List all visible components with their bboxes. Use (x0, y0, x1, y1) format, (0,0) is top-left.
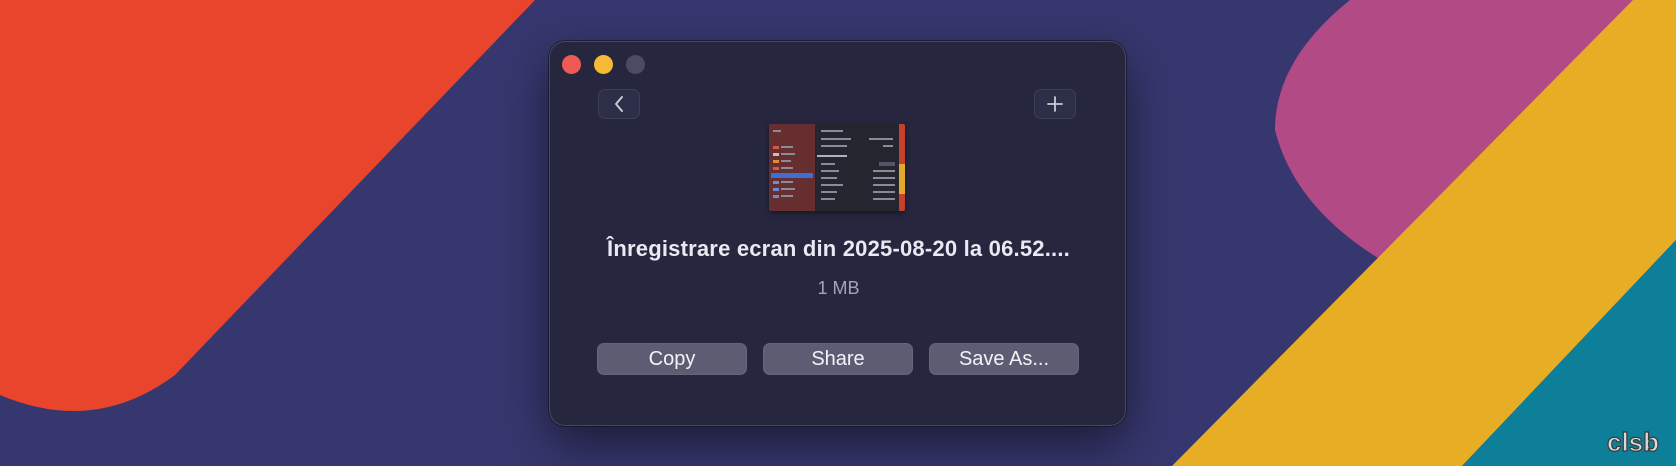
save-as-button[interactable]: Save As... (929, 343, 1079, 375)
svg-text:clsb: clsb (1607, 427, 1659, 456)
file-size: 1 MB (817, 278, 860, 298)
action-buttons: Copy Share Save As... (597, 343, 1079, 375)
share-button[interactable]: Share (763, 343, 913, 375)
file-name: Înregistrare ecran din 2025-08-20 la 06.… (607, 236, 1070, 261)
file-thumbnail[interactable] (769, 124, 905, 211)
clsb-logo: clsb (1606, 426, 1659, 456)
zoom-button[interactable] (626, 55, 645, 74)
window-controls (562, 55, 645, 74)
back-button[interactable] (598, 89, 640, 119)
screenshot-preview-window: Înregistrare ecran din 2025-08-20 la 06.… (549, 41, 1126, 426)
copy-button[interactable]: Copy (597, 343, 747, 375)
chevron-left-icon (615, 96, 623, 112)
minimize-button[interactable] (594, 55, 613, 74)
close-button[interactable] (562, 55, 581, 74)
plus-icon (1047, 96, 1063, 112)
thumbnail-image (769, 124, 905, 211)
add-button[interactable] (1034, 89, 1076, 119)
